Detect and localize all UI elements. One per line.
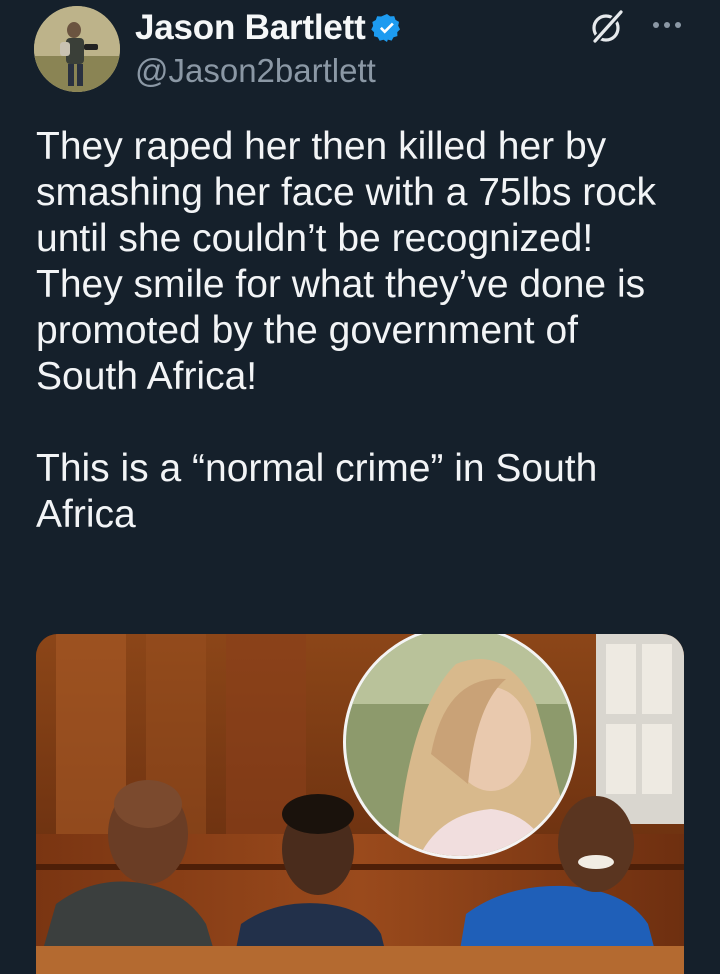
- tweet-header: Jason Bartlett @Jason2bartlett: [0, 0, 720, 100]
- author-display-name[interactable]: Jason Bartlett: [135, 8, 366, 48]
- tweet-paragraph-1: They raped her then killed her by smashi…: [36, 125, 667, 398]
- author-handle[interactable]: @Jason2bartlett: [135, 52, 376, 90]
- verified-badge-icon: [370, 14, 400, 42]
- profile-photo-icon: [34, 6, 120, 92]
- grok-icon[interactable]: [588, 8, 626, 46]
- author-avatar[interactable]: [34, 6, 120, 92]
- tweet-text: They raped her then killed her by smashi…: [36, 124, 686, 538]
- courtroom-photo-icon: [36, 634, 684, 974]
- tweet-paragraph-2: This is a “normal crime” in South Africa: [36, 447, 607, 536]
- more-options-icon[interactable]: [650, 10, 684, 40]
- tweet-media[interactable]: [36, 634, 684, 974]
- author-name-row: Jason Bartlett: [135, 6, 403, 50]
